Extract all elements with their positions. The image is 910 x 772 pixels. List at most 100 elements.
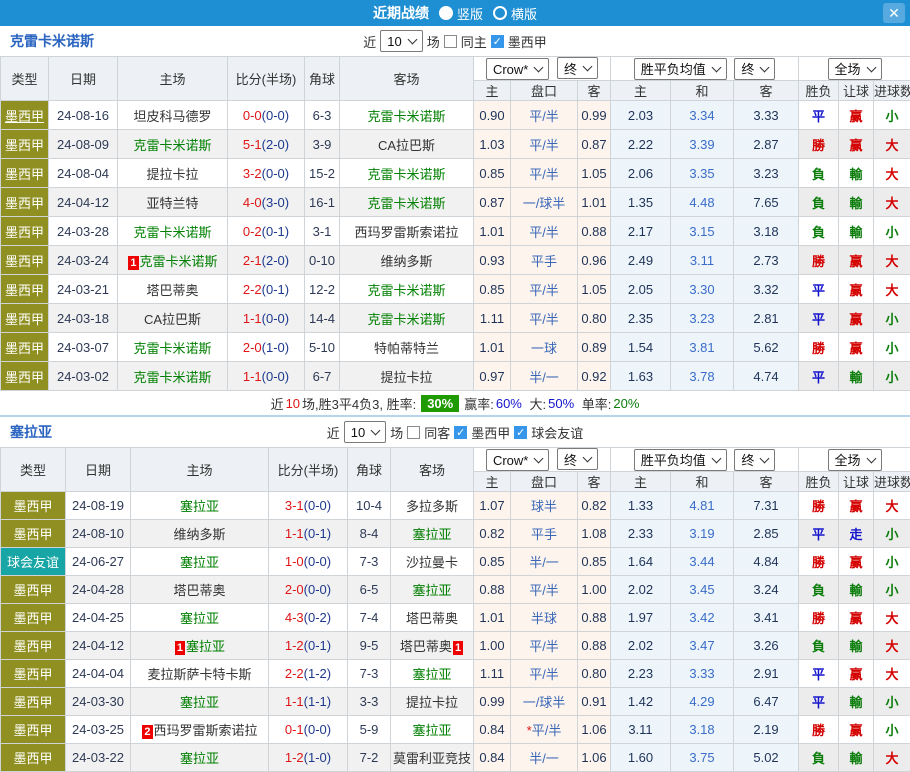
same-home-checkbox[interactable] [444, 35, 457, 48]
home-team-cell: 坦皮科马德罗 [118, 101, 228, 130]
avg-home-cell: 2.17 [611, 217, 671, 246]
score-cell: 2-0(1-0) [228, 333, 305, 362]
bookmaker-select[interactable]: Crow* [486, 449, 549, 471]
avg-home-cell: 2.02 [611, 632, 671, 660]
league-friendly-checkbox[interactable]: ✓ [514, 426, 527, 439]
handicap-cell: 平/半 [511, 304, 578, 333]
result-wdl-cell: 勝 [799, 246, 839, 275]
corner-cell: 5-9 [348, 716, 391, 744]
result-handicap-cell: 輸 [839, 188, 874, 217]
dialog-title: 近期战绩 [373, 3, 429, 23]
avg-away-cell: 3.18 [734, 217, 799, 246]
games-label: 场 [427, 32, 440, 51]
near-label: 近 [327, 423, 340, 442]
avg-draw-cell: 3.11 [671, 246, 734, 275]
date-cell: 24-03-22 [66, 744, 131, 772]
rank-badge: 1 [128, 256, 138, 270]
result-goals-cell: 小 [874, 520, 910, 548]
avg-draw-cell: 3.18 [671, 716, 734, 744]
avg-draw-cell: 4.48 [671, 188, 734, 217]
avg-home-cell: 2.06 [611, 159, 671, 188]
close-icon[interactable]: ✕ [883, 3, 905, 23]
date-cell: 24-04-04 [66, 660, 131, 688]
home-team-cell: 克雷卡米诺斯 [118, 217, 228, 246]
avg-home-cell: 2.23 [611, 660, 671, 688]
result-wdl-cell: 平 [799, 660, 839, 688]
odds-group-header: Crow* 终 [474, 448, 611, 472]
match-row: 墨西甲24-03-241克雷卡米诺斯2-1(2-0)0-10维纳多斯0.93平手… [1, 246, 910, 275]
league-cell: 墨西甲 [1, 520, 66, 548]
match-row: 墨西甲24-08-09克雷卡米诺斯5-1(2-0)3-9CA拉巴斯1.03平/半… [1, 130, 910, 159]
away-team-cell: 克雷卡米诺斯 [340, 159, 474, 188]
scope-select[interactable]: 全场 [828, 449, 882, 471]
league-cell: 墨西甲 [1, 492, 66, 520]
league-cell: 墨西甲 [1, 716, 66, 744]
rank-badge: 2 [142, 725, 152, 739]
result-handicap-cell: 輸 [839, 688, 874, 716]
col-odds-away: 客 [578, 81, 611, 101]
league-mexico-checkbox[interactable]: ✓ [454, 426, 467, 439]
score-cell: 2-0(0-0) [269, 576, 348, 604]
league-cell: 墨西甲 [1, 362, 49, 391]
odds-home-cell: 1.01 [474, 604, 511, 632]
handicap-cell: 平/半 [511, 101, 578, 130]
scope-select[interactable]: 全场 [828, 58, 882, 80]
result-wdl-cell: 勝 [799, 548, 839, 576]
away-team-cell: 莫雷利亚竞技 [391, 744, 474, 772]
chevron-down-icon [534, 63, 544, 73]
vertical-layout-radio[interactable] [439, 6, 453, 20]
match-row: 墨西甲24-08-19塞拉亚3-1(0-0)10-4多拉多斯1.07球半0.82… [1, 492, 910, 520]
scope-group-header: 全场 [799, 57, 910, 81]
odds-away-cell: 1.01 [578, 188, 611, 217]
league-mexico-checkbox[interactable]: ✓ [491, 35, 504, 48]
result-goals-cell: 大 [874, 744, 910, 772]
odds-home-cell: 0.87 [474, 188, 511, 217]
away-team-cell: 塔巴蒂奥1 [391, 632, 474, 660]
home-team-cell: 塔巴蒂奥 [131, 576, 269, 604]
match-row: 墨西甲24-03-02克雷卡米诺斯1-1(0-0)6-7提拉卡拉0.97半/一0… [1, 362, 910, 391]
same-away-checkbox[interactable] [407, 426, 420, 439]
avg-away-cell: 3.26 [734, 632, 799, 660]
score-cell: 0-2(0-1) [228, 217, 305, 246]
bookmaker-select[interactable]: Crow* [486, 58, 549, 80]
horizontal-layout-radio[interactable] [493, 6, 507, 20]
match-count-select[interactable]: 10 [380, 30, 422, 52]
score-cell: 1-1(1-1) [269, 688, 348, 716]
avg-home-cell: 1.42 [611, 688, 671, 716]
chevron-down-icon [583, 62, 593, 72]
result-handicap-cell: 輸 [839, 744, 874, 772]
col-avg-away: 客 [734, 81, 799, 101]
handicap-cell: 一球 [511, 333, 578, 362]
avg-time-select[interactable]: 终 [734, 449, 775, 471]
result-goals-cell: 大 [874, 246, 910, 275]
result-goals-cell: 小 [874, 548, 910, 576]
odds-time-select[interactable]: 终 [557, 57, 598, 79]
odds-time-select[interactable]: 终 [557, 448, 598, 470]
avg-draw-cell: 3.44 [671, 548, 734, 576]
match-count-select[interactable]: 10 [344, 421, 386, 443]
match-row: 墨西甲24-08-16坦皮科马德罗0-0(0-0)6-3克雷卡米诺斯0.90平/… [1, 101, 910, 130]
corner-cell: 3-9 [305, 130, 340, 159]
match-row: 墨西甲24-04-121塞拉亚1-2(0-1)9-5塔巴蒂奥11.00平/半0.… [1, 632, 910, 660]
odds-away-cell: 0.82 [578, 492, 611, 520]
win-rate-badge: 30% [421, 395, 459, 412]
avg-away-cell: 3.33 [734, 101, 799, 130]
league-cell: 墨西甲 [1, 304, 49, 333]
col-avg-home: 主 [611, 472, 671, 492]
odds-away-cell: 0.80 [578, 660, 611, 688]
away-team-cell: 塞拉亚 [391, 520, 474, 548]
avg-time-select[interactable]: 终 [734, 58, 775, 80]
avg-away-cell: 2.91 [734, 660, 799, 688]
avg-type-select[interactable]: 胜平负均值 [634, 449, 727, 471]
col-res-goals: 进球数 [874, 81, 910, 101]
match-row: 墨西甲24-03-21塔巴蒂奥2-2(0-1)12-2克雷卡米诺斯0.85平/半… [1, 275, 910, 304]
avg-type-select[interactable]: 胜平负均值 [634, 58, 727, 80]
col-corner: 角球 [305, 57, 340, 101]
odds-away-cell: 0.87 [578, 130, 611, 159]
result-wdl-cell: 勝 [799, 492, 839, 520]
corner-cell: 3-1 [305, 217, 340, 246]
col-avg-away: 客 [734, 472, 799, 492]
col-odds-away: 客 [578, 472, 611, 492]
odds-away-cell: 1.05 [578, 159, 611, 188]
score-cell: 1-2(1-0) [269, 744, 348, 772]
